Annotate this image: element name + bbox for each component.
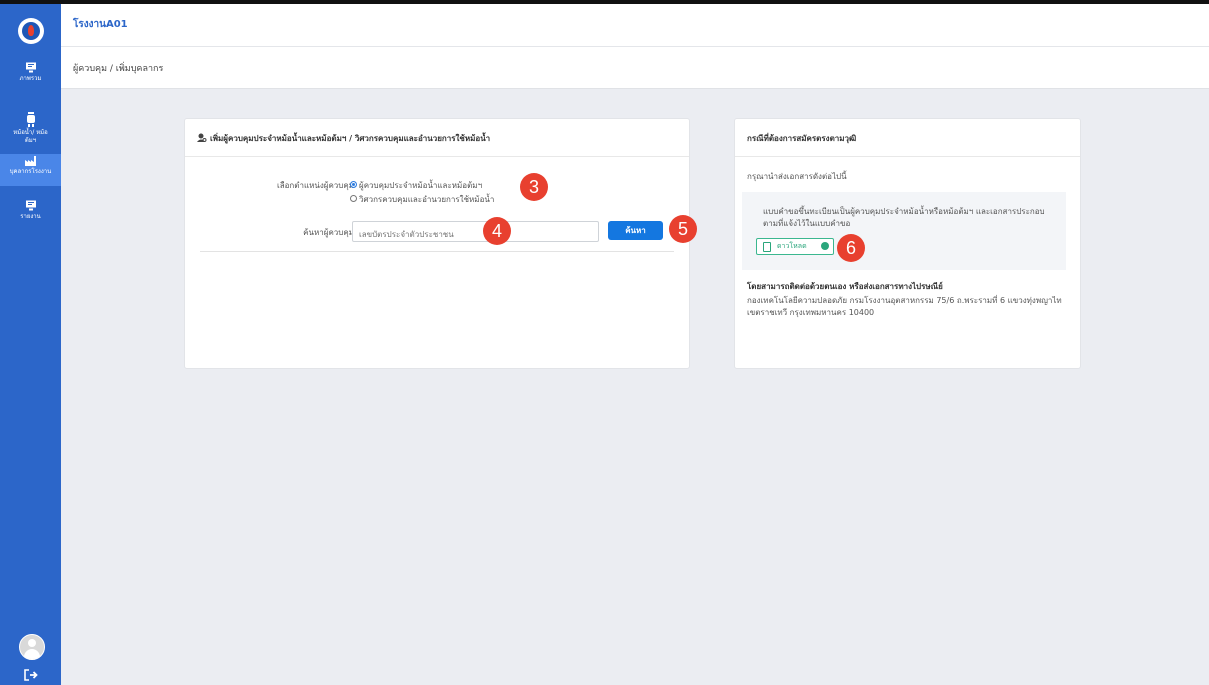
position-label: เลือกตำแหน่งผู้ควบคุม — [276, 181, 354, 190]
annotation-badge-5: 5 — [669, 215, 697, 243]
radio-button[interactable] — [350, 195, 357, 202]
radio-option-boiler-controller[interactable]: ผู้ควบคุมประจำหม้อน้ำและหม้อต้มฯ — [350, 179, 482, 192]
logout-icon[interactable] — [24, 669, 38, 681]
search-label: ค้นหาผู้ควบคุม — [303, 228, 354, 237]
annotation-badge-6: 6 — [837, 234, 865, 262]
add-controller-card: เพิ่มผู้ควบคุมประจำหม้อน้ำและหม้อต้มฯ / … — [184, 118, 690, 369]
radio-option-boiler-engineer[interactable]: วิศวกรควบคุมและอำนวยการใช้หม้อน้ำ — [350, 193, 494, 206]
sidebar-item-personnel[interactable]: บุคลากรโรงงาน — [0, 154, 61, 186]
boiler-icon — [26, 112, 35, 127]
sidebar-item-reports[interactable]: รายงาน — [0, 200, 61, 228]
sidebar-item-boilers[interactable]: หม้อน้ำ/ หม้อต้มฯ — [0, 112, 61, 150]
annotation-badge-3: 3 — [520, 173, 548, 201]
download-label: ดาวโหลด — [777, 242, 807, 250]
document-description: แบบคำขอขึ้นทะเบียนเป็นผู้ควบคุมประจำหม้อ… — [763, 207, 1045, 228]
qualification-info-card: กรณีที่ต้องการสมัครตรงตามวุฒิ กรุณานำส่ง… — [734, 118, 1081, 369]
header-bar: โรงงานA01 — [61, 4, 1209, 47]
sidebar-item-label: รายงาน — [20, 213, 41, 220]
search-button[interactable]: ค้นหา — [608, 221, 663, 240]
radio-label: ผู้ควบคุมประจำหม้อน้ำและหม้อต้มฯ — [359, 181, 483, 190]
contact-title: โดยสามารถติดต่อด้วยตนเอง หรือส่งเอกสารทา… — [747, 282, 943, 291]
sidebar-item-label: หม้อน้ำ/ หม้อต้มฯ — [13, 129, 48, 144]
card-header: กรณีที่ต้องการสมัครตรงตามวุฒิ — [735, 119, 1080, 157]
report-icon — [25, 200, 36, 211]
annotation-badge-4: 4 — [483, 217, 511, 245]
id-search-field[interactable] — [353, 225, 598, 244]
page-title: โรงงานA01 — [73, 19, 128, 30]
sidebar: ภาพรวม หม้อน้ำ/ หม้อต้มฯ บุคลากรโรงงาน ร… — [0, 4, 61, 685]
sidebar-item-label: ภาพรวม — [19, 75, 42, 82]
intro-text: กรุณานำส่งเอกสารดังต่อไปนี้ — [747, 172, 847, 181]
card-header: เพิ่มผู้ควบคุมประจำหม้อน้ำและหม้อต้มฯ / … — [185, 119, 689, 157]
monitor-icon — [25, 62, 36, 73]
breadcrumb: ผู้ควบคุม / เพิ่มบุคลากร — [73, 64, 164, 74]
document-box: แบบคำขอขึ้นทะเบียนเป็นผู้ควบคุมประจำหม้อ… — [742, 192, 1066, 270]
factory-icon — [24, 156, 36, 166]
user-search-icon — [197, 133, 207, 142]
breadcrumb-bar: ผู้ควบคุม / เพิ่มบุคลากร — [61, 47, 1209, 89]
download-icon — [821, 242, 829, 250]
app-logo[interactable] — [18, 18, 44, 44]
contact-address: กองเทคโนโลยีความปลอดภัย กรมโรงงานอุตสาหก… — [747, 296, 1062, 317]
file-icon — [763, 242, 771, 252]
user-avatar[interactable] — [19, 634, 45, 660]
card-title: กรณีที่ต้องการสมัครตรงตามวุฒิ — [747, 134, 857, 143]
sidebar-item-overview[interactable]: ภาพรวม — [0, 62, 61, 92]
card-title: เพิ่มผู้ควบคุมประจำหม้อน้ำและหม้อต้มฯ / … — [210, 134, 491, 143]
id-search-input[interactable] — [352, 221, 599, 244]
divider — [200, 251, 674, 252]
radio-label: วิศวกรควบคุมและอำนวยการใช้หม้อน้ำ — [359, 195, 495, 204]
sidebar-item-label: บุคลากรโรงงาน — [9, 168, 52, 175]
radio-button[interactable] — [350, 181, 357, 188]
download-button[interactable]: ดาวโหลด — [756, 238, 834, 255]
